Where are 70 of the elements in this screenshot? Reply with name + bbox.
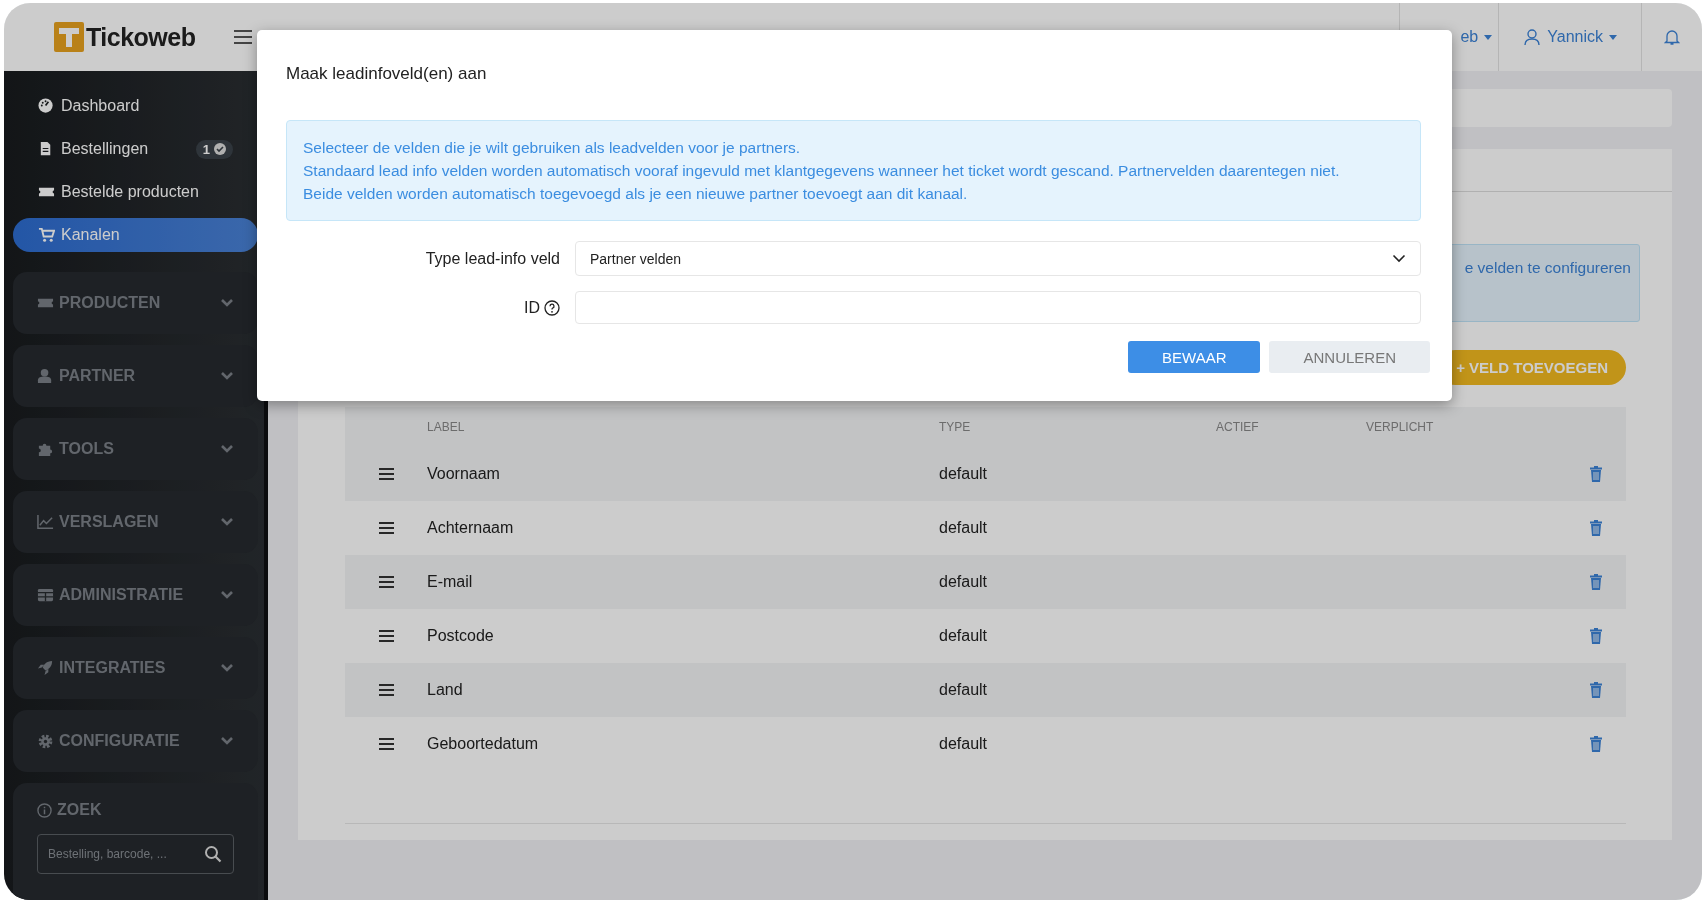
sidebar-section[interactable]: VERSLAGEN bbox=[13, 491, 258, 553]
dashboard-icon bbox=[38, 97, 55, 115]
table-cell-text: Voornaam bbox=[427, 465, 501, 483]
search-field[interactable]: Bestelling, barcode, ... bbox=[37, 834, 234, 874]
column-header: LABEL bbox=[427, 420, 466, 434]
logo-icon bbox=[54, 22, 84, 52]
sidebar-section[interactable]: PARTNER bbox=[13, 345, 258, 407]
modal-title: Maak leadinfoveld(en) aan bbox=[286, 64, 488, 84]
sidebar-item[interactable]: Kanalen bbox=[13, 218, 258, 252]
save-button[interactable]: BEWAAR bbox=[1128, 341, 1261, 373]
sidebar-item[interactable]: Bestellingen 1 bbox=[13, 132, 258, 166]
column-header: VERPLICHT bbox=[1366, 420, 1435, 434]
sidebar-section[interactable]: INTEGRATIES bbox=[13, 637, 258, 699]
drag-handle-icon[interactable] bbox=[378, 522, 394, 534]
line-chart-icon bbox=[37, 513, 54, 531]
table-cell-text: Postcode bbox=[427, 627, 495, 645]
id-input[interactable] bbox=[575, 291, 1421, 324]
count-badge: 1 bbox=[195, 139, 233, 159]
search-icon bbox=[204, 845, 222, 863]
field-label: Type lead-info veld bbox=[425, 249, 560, 268]
table-cell-text: default bbox=[939, 519, 989, 537]
info-text: Selecteer de velden die je wilt gebruiken als leadvelden voor je partners. bbox=[303, 138, 802, 158]
table-cell-text: Land bbox=[427, 681, 464, 699]
sidebar-item[interactable]: Dashboard bbox=[13, 89, 258, 123]
table-cell-text: Geboortedatum bbox=[427, 735, 540, 753]
logo-text: Tickoweb bbox=[86, 22, 196, 52]
gear-icon bbox=[37, 732, 54, 750]
info-icon bbox=[37, 802, 52, 818]
trash-icon[interactable] bbox=[1589, 628, 1603, 644]
drag-handle-icon[interactable] bbox=[378, 468, 394, 480]
sidebar-section[interactable]: CONFIGURATIE bbox=[13, 710, 258, 772]
table-icon bbox=[37, 586, 54, 604]
drag-handle-icon[interactable] bbox=[378, 576, 394, 588]
rocket-icon bbox=[37, 659, 54, 677]
drag-handle-icon[interactable] bbox=[378, 738, 394, 750]
user-menu[interactable]: Yannick bbox=[1499, 3, 1641, 71]
channel-menu[interactable]: eb bbox=[1400, 3, 1499, 71]
info-text: e velden te configureren bbox=[1464, 259, 1631, 278]
table-cell-text: Achternaam bbox=[427, 519, 515, 537]
menu-icon[interactable] bbox=[233, 29, 254, 45]
column-header: TYPE bbox=[939, 420, 972, 434]
column-header: ACTIEF bbox=[1216, 420, 1260, 434]
trash-icon[interactable] bbox=[1589, 574, 1603, 590]
table-cell-text: default bbox=[939, 465, 989, 483]
sidebar-section[interactable]: ADMINISTRATIE bbox=[13, 564, 258, 626]
cancel-button[interactable]: ANNULEREN bbox=[1269, 341, 1430, 373]
field-label: ID bbox=[524, 298, 540, 317]
check-icon bbox=[214, 143, 226, 155]
trash-icon[interactable] bbox=[1589, 520, 1603, 536]
trash-icon[interactable] bbox=[1589, 682, 1603, 698]
table-cell-text: default bbox=[939, 681, 989, 699]
person-icon bbox=[37, 367, 54, 385]
info-text: Standaard lead info velden worden automatisch vooraf ingevuld met klantgegevens wanneer het ticket wordt gescand. Partnervelden daarentegen niet. bbox=[303, 161, 1341, 181]
trash-icon[interactable] bbox=[1589, 466, 1603, 482]
table-cell-text: E-mail bbox=[427, 573, 474, 591]
user-icon bbox=[1523, 28, 1542, 46]
drag-handle-icon[interactable] bbox=[378, 684, 394, 696]
sidebar-section[interactable]: PRODUCTEN bbox=[13, 272, 258, 334]
sidebar-section[interactable]: TOOLS bbox=[13, 418, 258, 480]
chevron-down-icon bbox=[1392, 254, 1406, 263]
cart-icon bbox=[38, 226, 55, 244]
info-text: Beide velden worden automatisch toegevoegd als je een nieuwe partner toevoegt aan dit kanaal. bbox=[303, 184, 969, 204]
drag-handle-icon[interactable] bbox=[378, 630, 394, 642]
search-title: ZOEK bbox=[57, 801, 102, 819]
type-dropdown[interactable]: Partner velden bbox=[575, 241, 1421, 276]
sidebar-item[interactable]: Bestelde producten bbox=[13, 175, 258, 209]
table-cell-text: default bbox=[939, 573, 989, 591]
trash-icon[interactable] bbox=[1589, 736, 1603, 752]
table-cell-text: default bbox=[939, 735, 989, 753]
table-cell-text: default bbox=[939, 627, 989, 645]
